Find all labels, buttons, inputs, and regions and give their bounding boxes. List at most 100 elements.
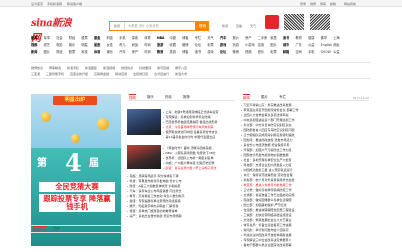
nav-item[interactable]: English [321, 43, 334, 47]
nav-item[interactable]: 专栏 [195, 35, 208, 40]
nav-item[interactable]: 综艺 [44, 42, 57, 47]
nav-item[interactable]: 时尚 [144, 49, 157, 54]
hot-link[interactable]: 博客精选 [49, 66, 61, 70]
news-headline-link[interactable]: 英超：曼联客场战平 积分榜排名下滑 [127, 174, 235, 179]
nav-item[interactable]: 页游 [233, 42, 246, 47]
hot-link[interactable]: 全民抢红包 [133, 72, 148, 76]
news-headline-link[interactable]: 央行：保持货币政策稳健 流动性合理 [241, 173, 369, 178]
news-headline-link[interactable]: 国防部发言人回应东海防空识别区问题 [241, 128, 369, 133]
topbar-link-login[interactable]: 登录 [300, 2, 306, 6]
nav-item[interactable]: 游戏 [207, 49, 220, 54]
video-thumbnail[interactable] [127, 109, 161, 135]
nav-item[interactable]: 星座 [94, 42, 107, 47]
nav-item[interactable]: 音乐 [258, 49, 271, 54]
news-headline-link[interactable]: 旅游：冬季热门旅游目的地推荐榜单 [127, 209, 235, 214]
nav-item[interactable]: 城市 [283, 42, 296, 47]
nav-item[interactable]: 探索 [132, 35, 145, 40]
news-headline-link[interactable]: 外媒关注中国改革开放新举措新进展 [241, 233, 369, 238]
nav-item[interactable]: 论坛 [195, 42, 208, 47]
topbar-link-blog[interactable]: 博客 [320, 2, 326, 6]
news-headline-link[interactable]: 各地干部群众热议全面深化改革部署 [241, 243, 369, 248]
tab-recommend[interactable]: 推荐 [183, 94, 190, 101]
search-input[interactable]: 大黄菜 设计 小米手机 [126, 22, 195, 30]
nav-item[interactable]: 娱乐 [107, 49, 120, 54]
nav-item[interactable]: 科技 [81, 49, 94, 54]
news-headline-link[interactable]: 俄罗斯总统访问中国 签署多项合作协议 [163, 130, 235, 135]
nav-item[interactable]: 读书 [195, 49, 208, 54]
news-headline-link[interactable]: 体育总局：筹备全运会各项工作进展 [241, 223, 369, 228]
news-headline-link[interactable]: 中国成功发射卫星 进入预定轨道运行 [241, 168, 369, 173]
nav-item[interactable]: 财经 [56, 49, 69, 54]
news-headline-link[interactable]: 世界杯：德国队公布新一期集训名单 [163, 156, 235, 161]
nav-item[interactable]: 体育 [94, 49, 107, 54]
nav-item[interactable]: 图片 [44, 49, 57, 54]
news-headline-link[interactable]: 《黄金时代》首映 汤唯冯绍峰亮相 [163, 146, 235, 151]
nav-item[interactable]: 体育 [144, 35, 157, 40]
nav-item[interactable]: 房产 [245, 35, 258, 40]
search-button[interactable]: 搜索 [196, 21, 209, 31]
nav-item[interactable]: 汽车 [220, 35, 233, 40]
news-headline-link[interactable]: 国土部：加强耕地保护 严守红线 [241, 203, 369, 208]
nav-item[interactable]: 论坛 [220, 49, 233, 54]
nav-item[interactable]: 图片 [270, 42, 283, 47]
nav-item[interactable]: 女性 [107, 42, 120, 47]
nav-item[interactable]: 新闻 [31, 35, 44, 40]
nav-item[interactable]: 教育 [295, 35, 308, 40]
news-headline-link[interactable]: 民政部：做好困难群众冬季生活保障 [241, 198, 369, 203]
news-headline-link[interactable]: 财经：A股三大指数集体收涨 沪指站稳 [127, 184, 235, 189]
topbar-link-sitemap[interactable]: 网站导航 [344, 2, 356, 6]
nav-item[interactable]: 微博 [182, 42, 195, 47]
nav-item[interactable]: 财经 [69, 35, 82, 40]
tab-news[interactable]: 新闻 [243, 94, 250, 102]
keyword-link-news[interactable]: 新闻 [222, 24, 228, 28]
hot-link[interactable]: 娱乐八卦 [175, 66, 187, 70]
nav-item[interactable]: 空间 [295, 49, 308, 54]
nav-item[interactable]: 读书 [283, 35, 296, 40]
nav-item[interactable]: 公益 [308, 42, 321, 47]
nav-item[interactable]: NBA [157, 36, 170, 40]
topbar-link-mobile[interactable]: 手机新浪网 [47, 2, 62, 6]
tab-products[interactable]: 新浪产品 [33, 226, 47, 234]
topbar-link-app[interactable]: 移动客户端 [67, 2, 82, 6]
news-headline-link[interactable]: 科技部：支持企业加大研发投入力度 [241, 163, 369, 168]
nav-item[interactable]: 股票 [69, 49, 82, 54]
nav-item[interactable]: 股票 [81, 35, 94, 40]
news-headline-link[interactable]: 健康：专家提醒冬季注意预防流感疾病 [127, 199, 235, 204]
nav-item[interactable]: 天气 [207, 35, 220, 40]
news-headline-link[interactable]: 中超：广州恒大再夺冠 创造历史纪录 [163, 161, 235, 166]
nav-item[interactable]: 科技 [107, 35, 120, 40]
nav-item[interactable]: 娱乐 [69, 42, 82, 47]
news-headline-link[interactable]: 国务院：推进简政放权 激发市场活力 [241, 138, 369, 143]
news-headline-link[interactable]: 教育部：推进义务教育均衡发展工作 [241, 183, 369, 188]
news-headline-link[interactable]: 工信部：加快宽带网络基础设施建设 [241, 213, 369, 218]
hot-link[interactable]: 体育直播 [157, 66, 169, 70]
news-headline-link[interactable]: 卫计委：做好冬春季传染病防控工作 [241, 188, 369, 193]
hot-link[interactable]: 互联网金融 [94, 72, 109, 76]
news-headline-link[interactable]: 娱乐：知名歌手举办演唱会 门票售罄 [127, 204, 235, 209]
nav-item[interactable]: 视频 [31, 42, 44, 47]
nav-item[interactable]: 教育 [157, 49, 170, 54]
nav-item[interactable]: 收藏 [170, 42, 183, 47]
news-headline-link[interactable]: 全国人大常委会审议多项法律草案 [241, 113, 369, 118]
news-headline-link[interactable]: 教育：高考报名工作启动 考生人数创新高 [127, 194, 235, 199]
nav-item[interactable]: 旅游 [157, 42, 170, 47]
hot-link[interactable]: 三星智能手机 [46, 72, 64, 76]
news-headline-link[interactable]: 专家解读三中全会改革决定重要意义 [241, 238, 369, 243]
tab-portal[interactable]: 门户 [53, 226, 60, 233]
weibo-promo-icon[interactable] [265, 15, 279, 29]
nav-item[interactable]: 游戏 [220, 42, 233, 47]
hot-link[interactable]: 新浪视频 [103, 66, 115, 70]
nav-item[interactable]: 网址 [333, 42, 346, 47]
hot-link[interactable]: 财经热点 [121, 66, 133, 70]
news-headline-link[interactable]: 欧冠：皇马主场大胜 C罗上演帽子戏法 [163, 166, 235, 171]
news-headline-link[interactable]: 专家解读：冬季如何科学养生防病 [163, 115, 235, 120]
nav-item[interactable]: 电影 [56, 42, 69, 47]
news-headline-link[interactable]: 北京：今冬首场降雪预计本周末到来 [163, 125, 235, 130]
topbar-link-homepage[interactable]: 设为首页 [31, 2, 43, 6]
news-headline-link[interactable]: NBA：火箭队客场险胜 哈登砍下38分 [163, 151, 235, 156]
news-headline-link[interactable]: 外交部：中方对日本防空识别区表态 [241, 123, 369, 128]
nav-item[interactable]: 明星 [81, 42, 94, 47]
nav-item[interactable]: 手机 [308, 49, 321, 54]
news-headline-link[interactable]: 多省份公布经济数据 增速保持平稳 [241, 143, 369, 148]
tab-photos[interactable]: 图片 [261, 94, 268, 101]
